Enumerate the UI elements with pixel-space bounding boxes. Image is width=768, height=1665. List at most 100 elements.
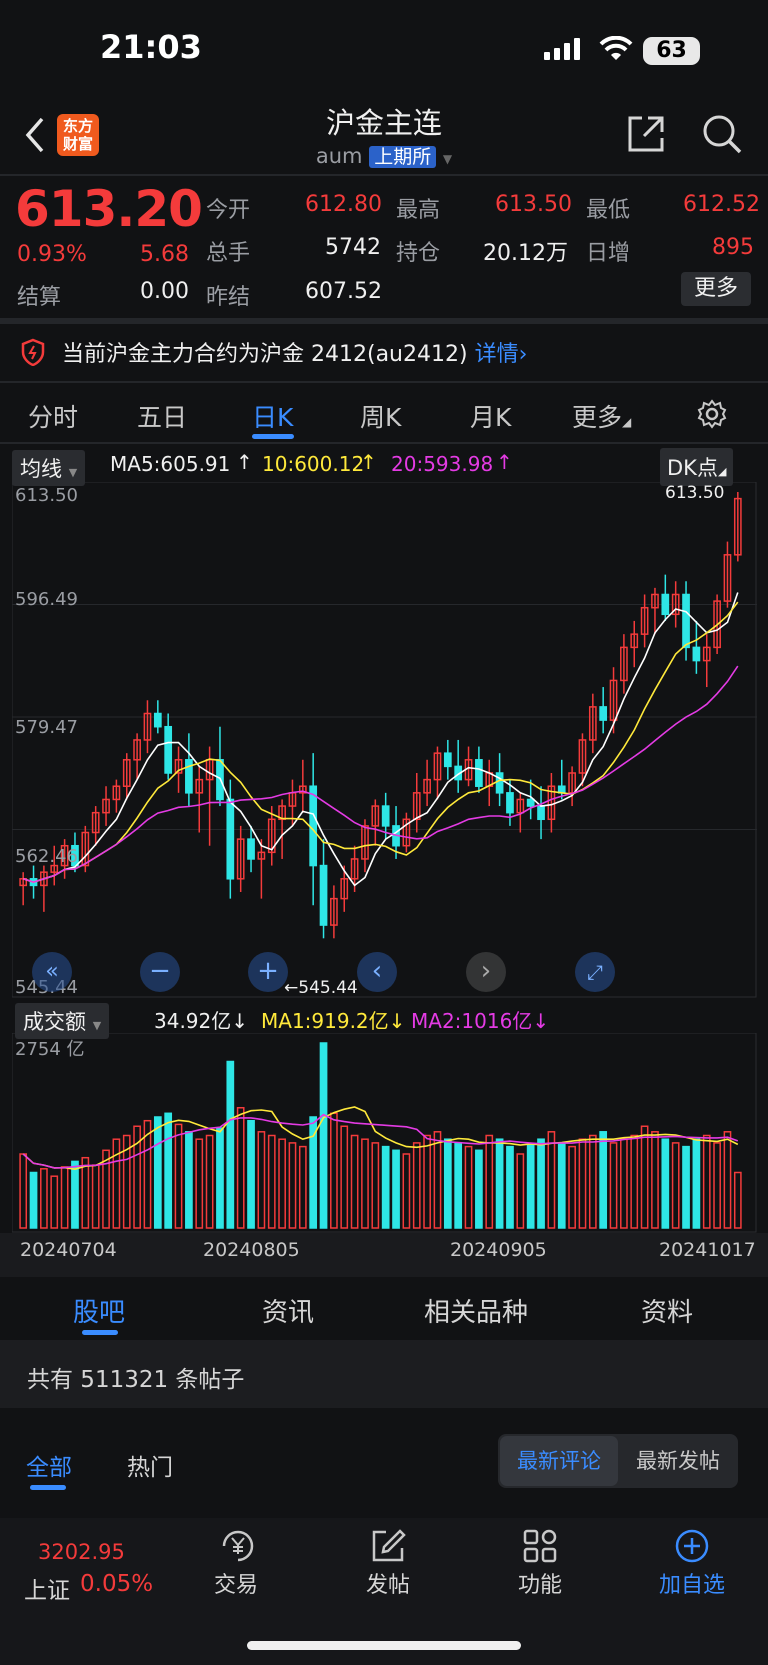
indicator-selector[interactable]: 均线 ▼: [12, 450, 86, 486]
tab-profile[interactable]: 资料: [641, 1292, 693, 1329]
tab-monthly-k[interactable]: 月K: [470, 398, 511, 434]
ma10-arrow-icon: ↑: [360, 450, 377, 474]
daily-inc-value: 895: [712, 235, 754, 260]
date-label-4: 20241017: [659, 1239, 756, 1261]
divider: [0, 442, 768, 444]
volume-bar: [371, 1142, 380, 1229]
volume-bar: [702, 1134, 711, 1229]
volume-bar: [50, 1175, 59, 1229]
more-quote-button[interactable]: 更多: [681, 272, 751, 306]
volume-bar: [350, 1134, 359, 1229]
volume-bar: [433, 1131, 442, 1229]
candle: [526, 798, 535, 807]
volume-bar: [464, 1145, 473, 1229]
candle: [661, 593, 670, 616]
volume-bar: [40, 1168, 48, 1229]
compose-icon: [372, 1529, 406, 1562]
volume-bar: [216, 1127, 224, 1229]
volume-bar: [557, 1142, 566, 1229]
sort-latest-post[interactable]: 最新发帖: [620, 1436, 736, 1486]
volume-chart[interactable]: [12, 1033, 757, 1233]
ma20-readout: 20:593.98: [391, 452, 494, 476]
dk-point-button[interactable]: DK点◢: [660, 448, 734, 486]
next-button[interactable]: ›: [466, 952, 506, 992]
filter-hot[interactable]: 热门: [127, 1448, 173, 1482]
settle-value: 0.00: [140, 279, 189, 304]
volume-bar: [620, 1138, 628, 1229]
trade-yen-icon: [222, 1530, 254, 1562]
settle-label: 结算: [17, 285, 62, 310]
sort-latest-comment[interactable]: 最新评论: [500, 1436, 618, 1486]
filter-all[interactable]: 全部: [26, 1448, 72, 1482]
signal-icon: [544, 38, 580, 60]
tab-guba[interactable]: 股吧: [73, 1292, 125, 1329]
tab-intraday[interactable]: 分时: [28, 398, 78, 434]
rewind-fast-button[interactable]: «: [32, 952, 72, 992]
active-tab-indicator: [252, 434, 294, 439]
search-icon[interactable]: [702, 114, 742, 154]
prev-button[interactable]: ‹: [357, 952, 397, 992]
volume-bar: [412, 1142, 421, 1229]
volume-bar: [392, 1149, 400, 1229]
settings-gear-icon[interactable]: [697, 399, 727, 429]
tab-more[interactable]: 更多◢: [572, 398, 631, 434]
price-axis-3: 579.47: [15, 717, 78, 738]
price-axis-top: 613.50: [15, 485, 78, 506]
volume-bar: [257, 1131, 266, 1229]
tab-five-day[interactable]: 五日: [137, 398, 187, 434]
nav-post[interactable]: 发帖: [333, 1567, 443, 1599]
shield-alert-icon: [21, 338, 45, 366]
volume-bar: [568, 1145, 576, 1229]
volume-bar: [381, 1145, 390, 1229]
date-label-3: 20240905: [450, 1239, 547, 1261]
tab-daily-k[interactable]: 日K: [252, 398, 293, 434]
candle: [475, 759, 483, 787]
candle: [537, 805, 545, 821]
exchange-badge: 上期所: [369, 146, 437, 168]
nav-add-watchlist[interactable]: 加自选: [637, 1567, 747, 1599]
low-value: 612.52: [683, 192, 760, 217]
zoom-in-button[interactable]: +: [248, 952, 288, 992]
nav-features[interactable]: 功能: [485, 1567, 595, 1599]
volume-bar: [454, 1142, 463, 1229]
nav-trade[interactable]: 交易: [181, 1567, 291, 1599]
volume-bar: [174, 1123, 183, 1229]
volume-bar: [682, 1145, 690, 1229]
fullscreen-button[interactable]: ⤢: [575, 952, 615, 992]
volume-bar: [247, 1119, 255, 1229]
oi-value: 20.12万: [483, 241, 568, 266]
volume-bar: [640, 1125, 649, 1229]
tab-related[interactable]: 相关品种: [424, 1292, 528, 1329]
volume-bar: [153, 1116, 162, 1229]
notice-detail-link[interactable]: 详情: [475, 342, 519, 367]
chevron-right-icon: ›: [518, 342, 528, 367]
zoom-out-button[interactable]: −: [140, 952, 180, 992]
features-grid-icon: [523, 1529, 557, 1563]
volume-bar: [661, 1138, 670, 1229]
ma10-readout: 10:600.12: [262, 452, 365, 476]
volume-bar: [547, 1131, 556, 1229]
index-value: 3202.95: [38, 1540, 125, 1564]
divider: [0, 318, 768, 324]
caret-down-icon: ▼: [442, 152, 453, 166]
low-marker-label: ←545.44: [284, 978, 358, 998]
prev-settle-value: 607.52: [305, 279, 382, 304]
volume-bar: [91, 1164, 100, 1229]
active-tab-indicator: [82, 1330, 118, 1335]
home-indicator: [247, 1641, 521, 1650]
kline-chart[interactable]: [12, 482, 757, 998]
index-name[interactable]: 上证: [24, 1571, 70, 1605]
volume-bar: [733, 1171, 742, 1229]
tab-news[interactable]: 资讯: [262, 1292, 314, 1329]
candle: [185, 759, 193, 794]
candle: [153, 712, 162, 728]
price-axis-4: 562.46: [15, 846, 78, 867]
share-icon[interactable]: [626, 114, 666, 154]
volume-bar: [81, 1156, 90, 1229]
volume-bar: [267, 1134, 276, 1229]
tab-weekly-k[interactable]: 周K: [360, 398, 401, 434]
volume-bar: [495, 1138, 504, 1229]
volume-bar: [112, 1138, 121, 1229]
volume-bar: [226, 1060, 235, 1229]
ma5-arrow-icon: ↑: [236, 450, 253, 474]
